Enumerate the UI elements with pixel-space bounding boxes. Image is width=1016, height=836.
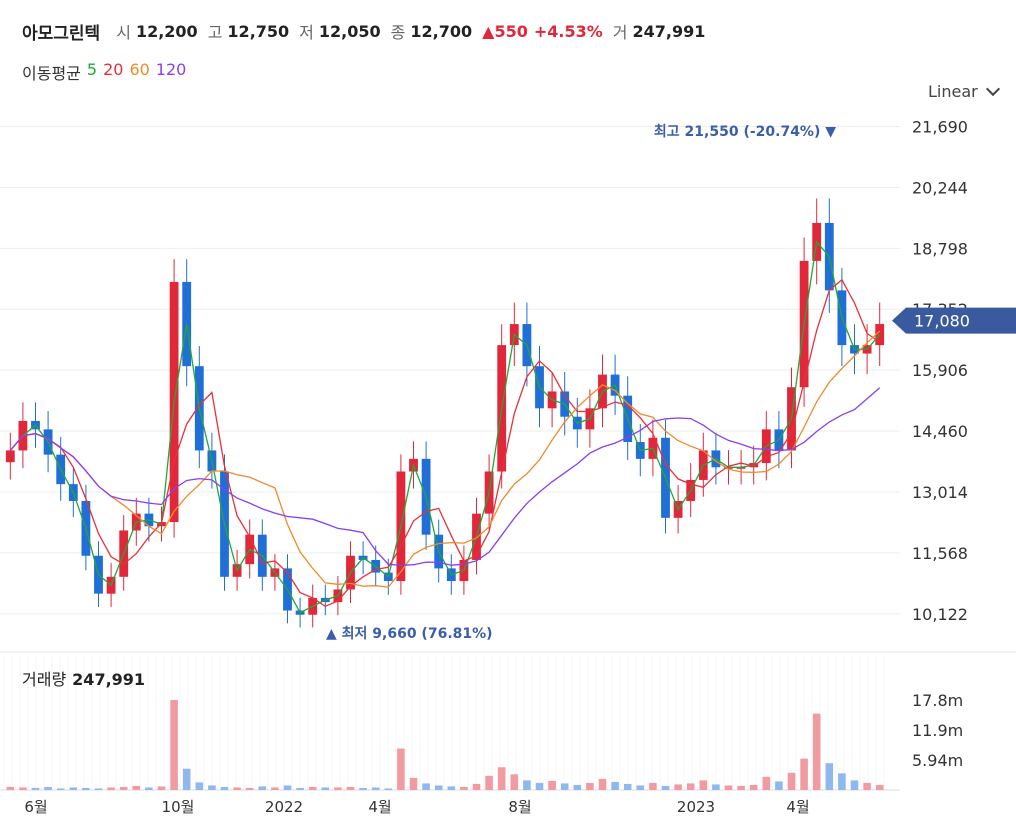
volume-bar [800, 758, 808, 790]
volume-bar [6, 786, 15, 790]
moving-average-line [9, 278, 881, 608]
volume-bar [258, 786, 267, 790]
volume-bar [485, 775, 493, 790]
volume-bar [233, 787, 241, 790]
volume-panel-label: 거래량 247,991 [22, 666, 145, 690]
volume-bar [145, 787, 153, 790]
volume-bar [195, 782, 204, 790]
volume-bar [838, 773, 846, 790]
x-tick-label: 6월 [24, 798, 47, 816]
x-tick-label: 10월 [162, 798, 195, 816]
volume-bar [573, 784, 582, 790]
volume-panel-title: 거래량 [22, 670, 67, 689]
x-tick-label: 2022 [265, 798, 303, 816]
volume-bar [787, 772, 796, 790]
volume-bar [598, 778, 607, 790]
volume-bar [283, 785, 292, 790]
volume-bar [107, 787, 115, 790]
volume-bar [208, 785, 216, 790]
volume-bar [724, 785, 733, 790]
volume-bar [245, 787, 254, 790]
volume-bar [346, 786, 355, 790]
x-tick-label: 8월 [508, 798, 531, 816]
volume-bar [737, 785, 745, 790]
volume-bar [447, 786, 456, 790]
x-tick-label: 4월 [368, 798, 391, 816]
volume-bar [762, 776, 771, 790]
volume-bar [132, 785, 141, 790]
x-tick-label: 2023 [677, 798, 715, 816]
volume-bar [321, 787, 330, 790]
volume-bar [371, 787, 380, 790]
volume-bar [44, 786, 52, 790]
volume-bar [397, 748, 405, 790]
volume-bar [296, 787, 304, 790]
volume-bar [409, 777, 418, 790]
volume-bar [586, 782, 594, 790]
volume-bar [157, 786, 166, 790]
price-tick-label: 13,014 [912, 483, 968, 502]
volume-bar [31, 787, 40, 790]
volume-bar [825, 763, 834, 790]
candle-body [5, 450, 15, 463]
volume-bar [523, 780, 531, 790]
volume-panel-value: 247,991 [72, 670, 146, 689]
volume-bar [775, 781, 783, 790]
volume-bar [636, 785, 645, 790]
volume-bar [384, 788, 393, 790]
price-tick-label: 14,460 [912, 422, 968, 441]
volume-bar [863, 782, 871, 790]
volume-bar [422, 783, 430, 790]
volume-bar [308, 786, 317, 790]
price-chart[interactable]: 21,69020,24418,79817,35215,90614,46013,0… [0, 0, 1016, 836]
volume-bar [611, 781, 619, 790]
volume-bar [497, 767, 506, 790]
volume-bar [220, 786, 229, 790]
moving-average-line [9, 240, 881, 614]
volume-bar [359, 787, 367, 790]
volume-bar [623, 783, 632, 790]
volume-bar [674, 784, 682, 790]
low-marker-label: ▲ 최저 9,660 (76.81%) [326, 626, 493, 642]
volume-bar [875, 784, 884, 790]
volume-bar [749, 784, 758, 790]
volume-bar [661, 785, 670, 790]
volume-bar [19, 787, 27, 790]
volume-bar [182, 768, 191, 790]
volume-bar [850, 780, 859, 790]
moving-average-line [9, 387, 881, 567]
volume-bar [170, 700, 178, 790]
volume-bar [548, 780, 556, 790]
volume-bar [56, 788, 65, 790]
price-tick-label: 10,122 [912, 605, 968, 624]
volume-bar [560, 783, 569, 790]
volume-bar [649, 782, 657, 790]
volume-bar [334, 787, 342, 790]
price-tick-label: 21,690 [912, 117, 968, 136]
volume-bar [812, 713, 821, 790]
current-price-value: 17,080 [914, 312, 970, 331]
volume-bar [510, 774, 519, 790]
volume-bar [94, 788, 103, 790]
price-tick-label: 15,906 [912, 361, 968, 380]
volume-bar [119, 786, 128, 790]
volume-bar [82, 787, 90, 790]
volume-bar [460, 786, 468, 790]
volume-bar [535, 782, 544, 790]
volume-tick-label: 5.94m [912, 751, 963, 770]
volume-bar [434, 785, 443, 790]
price-tick-label: 18,798 [912, 239, 968, 258]
volume-bar [271, 787, 279, 790]
x-tick-label: 4월 [786, 798, 809, 816]
volume-bar [686, 783, 695, 790]
volume-tick-label: 11.9m [912, 721, 963, 740]
high-marker-label: 최고 21,550 (-20.74%) ▼ [654, 124, 836, 140]
volume-bar [472, 783, 481, 790]
volume-tick-label: 17.8m [912, 691, 963, 710]
price-tick-label: 20,244 [912, 178, 968, 197]
volume-bar [699, 780, 708, 790]
volume-bar [712, 784, 720, 790]
volume-bar [69, 787, 78, 790]
price-tick-label: 11,568 [912, 544, 968, 563]
